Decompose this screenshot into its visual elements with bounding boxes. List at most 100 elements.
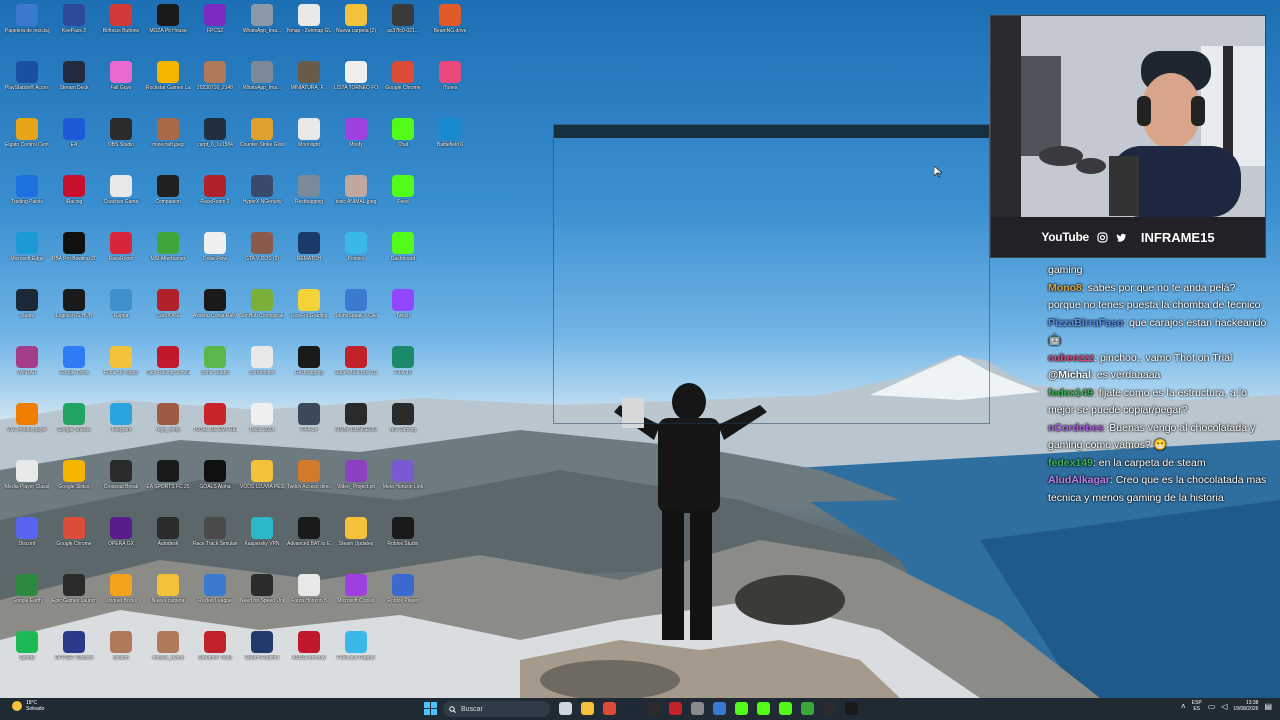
desktop-icon[interactable]: Twitch [381, 289, 425, 319]
desktop-icon[interactable]: Spotify [5, 631, 49, 661]
desktop-icon[interactable]: Screenshot [240, 346, 284, 376]
desktop-icon[interactable]: Forza Horizon 5 [287, 574, 331, 604]
desktop-icon[interactable]: EA [52, 118, 96, 148]
desktop-icon[interactable]: REMATCH [287, 232, 331, 262]
desktop-icon[interactable]: Rocket League [193, 574, 237, 604]
desktop-icon[interactable]: Rockstar Games Launcher [146, 61, 190, 91]
desktop-icon[interactable]: Elgato Control Center [5, 118, 49, 148]
desktop-icon[interactable]: Microsoft Edge [5, 232, 49, 262]
desktop-icon[interactable]: Fall Guys [99, 61, 143, 91]
network-icon[interactable]: ▭ [1208, 702, 1216, 711]
desktop-icon[interactable]: OPERA GX [99, 517, 143, 547]
chevron-up-icon[interactable]: ˄ [1181, 702, 1186, 711]
desktop-icon[interactable]: Uniquet Bricks [99, 574, 143, 604]
desktop-icon[interactable]: SuperMeat Boy 3D [334, 346, 378, 376]
desktop-icon[interactable]: Crossout Break [99, 460, 143, 490]
desktop-icon[interactable]: MSI Afterburner [146, 232, 190, 262]
desktop-icon[interactable]: BG Gaming [381, 403, 425, 433]
desktop-icon[interactable]: OBS Studio [99, 118, 143, 148]
desktop-icon[interactable]: RaceRoom [99, 232, 143, 262]
desktop-icon[interactable]: 20230716_2148 [193, 61, 237, 91]
desktop-icon[interactable]: Counter-Strike Global Offensive [240, 118, 284, 148]
desktop-icon[interactable]: Roblox Studio [381, 517, 425, 547]
desktop-icon[interactable]: Media Player Classic [5, 460, 49, 490]
desktop-icon[interactable]: Roblox Player [381, 574, 425, 604]
desktop-icon[interactable]: Advanced BAT to EXE Converter [287, 517, 331, 547]
desktop-icon[interactable]: MOZA Pit House [146, 4, 190, 34]
start-button[interactable] [424, 702, 437, 715]
desktop-icon[interactable]: Moofy [334, 118, 378, 148]
chrome-icon[interactable] [603, 702, 616, 715]
notifications-icon[interactable]: ▤ [1264, 702, 1272, 711]
desktop-icon[interactable]: Epic Games Launcher [52, 574, 96, 604]
desktop-icon[interactable]: toxic ANIMAL.jpeg [334, 175, 378, 205]
desktop-icon[interactable]: Dolar 2024 [240, 403, 284, 433]
desktop-icon[interactable]: Nueva carpeta (2) [334, 4, 378, 34]
desktop-icon[interactable]: Logitech G HUB [52, 289, 96, 319]
desktop-icon[interactable]: Cars Racing Simulator [146, 346, 190, 376]
desktop-icon[interactable]: Dolar Flow [193, 232, 237, 262]
desktop-icon[interactable]: Companion [146, 175, 190, 205]
desktop-icon[interactable]: PBA Pro Bowling 2023 Demo [52, 232, 96, 262]
clock[interactable]: 13:38 19/08/2026 [1233, 700, 1258, 712]
app-icon[interactable] [713, 702, 726, 715]
desktop-icon[interactable]: Coaches Game [99, 175, 143, 205]
desktop-icon[interactable]: Assetto Corsa Rally [193, 289, 237, 319]
desktop-icon[interactable]: Meta Horizon Link [381, 460, 425, 490]
desktop-icon[interactable]: Google Earth [5, 574, 49, 604]
desktop-icon[interactable]: Autodesk [146, 517, 190, 547]
desktop-icon[interactable]: Kaspersky VPN [240, 517, 284, 547]
dragging-window-outline[interactable] [553, 124, 990, 424]
desktop-icon[interactable]: Steam [5, 289, 49, 319]
app-icon[interactable] [845, 702, 858, 715]
kick-icon[interactable] [757, 702, 770, 715]
desktop-icon[interactable]: Moonlight [287, 118, 331, 148]
desktop-icon[interactable]: MINIATURA_F... [287, 61, 331, 91]
desktop-icon[interactable]: Rappa [99, 289, 143, 319]
desktop-icon[interactable]: iTunes [428, 61, 472, 91]
window-titlebar[interactable] [554, 125, 989, 138]
desktop-icon[interactable]: Rectbagging [287, 346, 331, 376]
desktop-icon[interactable]: regn_thing [146, 403, 190, 433]
desktop-icon[interactable]: SimHub Configuration [240, 289, 284, 319]
desktop-icon[interactable]: carpt_6_1x1584 [193, 118, 237, 148]
desktop-icon[interactable]: iRacing [52, 175, 96, 205]
desktop-icon[interactable]: MOBA DUNGEON [334, 403, 378, 433]
desktop-icon[interactable]: ac37fc0-021... [381, 4, 425, 34]
desktop-icon[interactable]: Trading Paints [5, 175, 49, 205]
desktop-icon[interactable]: VLC media player [5, 403, 49, 433]
desktop-icon[interactable]: ASUS Armoury [287, 631, 331, 661]
desktop-icon[interactable]: El bar de rappa [99, 346, 143, 376]
desktop-icon[interactable]: WhatsApp_Ima... [240, 4, 284, 34]
desktop-icon[interactable]: Bitfocus Buttons [99, 4, 143, 34]
file-explorer-icon[interactable] [581, 702, 594, 715]
desktop-icon[interactable]: minecraft.jpeg [146, 118, 190, 148]
desktop-icon[interactable]: sinistro [99, 631, 143, 661]
task-view-icon[interactable] [559, 702, 572, 715]
desktop-icon[interactable]: Steam Runtime [240, 631, 284, 661]
desktop-icon[interactable]: Steam Updates [334, 517, 378, 547]
desktop-icon[interactable]: Chat [381, 118, 425, 148]
desktop-icon[interactable]: CarX/OPE [146, 289, 190, 319]
desktop-icon[interactable]: RaceRoom 2 [193, 175, 237, 205]
desktop-icon[interactable]: Pointeo [334, 232, 378, 262]
desktop-icon[interactable]: TOTAL DE EMPRESAS [193, 403, 237, 433]
obs-icon[interactable] [647, 702, 660, 715]
steam-icon[interactable] [625, 702, 638, 715]
desktop-icon[interactable]: Discord [5, 517, 49, 547]
desktop-icon[interactable]: FIFA 16 [381, 346, 425, 376]
app-icon[interactable] [691, 702, 704, 715]
desktop-icon[interactable]: KeePass 2 [52, 4, 96, 34]
language-indicator[interactable]: ESP ES [1192, 700, 1202, 712]
desktop-icon[interactable]: Google Slides [52, 460, 96, 490]
desktop-icon[interactable]: Feed [381, 175, 425, 205]
desktop-icon[interactable]: VODS LLUVIA PESADA [240, 460, 284, 490]
desktop-icon[interactable]: Streamer Tools [193, 631, 237, 661]
desktop-icon[interactable]: Sonic Studio [193, 346, 237, 376]
desktop-icon[interactable]: Papelera de reciclaje [5, 4, 49, 34]
desktop-icon[interactable]: Nmap - Zenmap GUI [287, 4, 331, 34]
desktop-icon[interactable]: BeamNG.drive [428, 4, 472, 34]
desktop-icon[interactable]: mosaic_tryout [146, 631, 190, 661]
desktop-icon[interactable]: SoundSpeak 3 Client [334, 289, 378, 319]
desktop-icon[interactable]: GTA V DOS (2) [240, 232, 284, 262]
